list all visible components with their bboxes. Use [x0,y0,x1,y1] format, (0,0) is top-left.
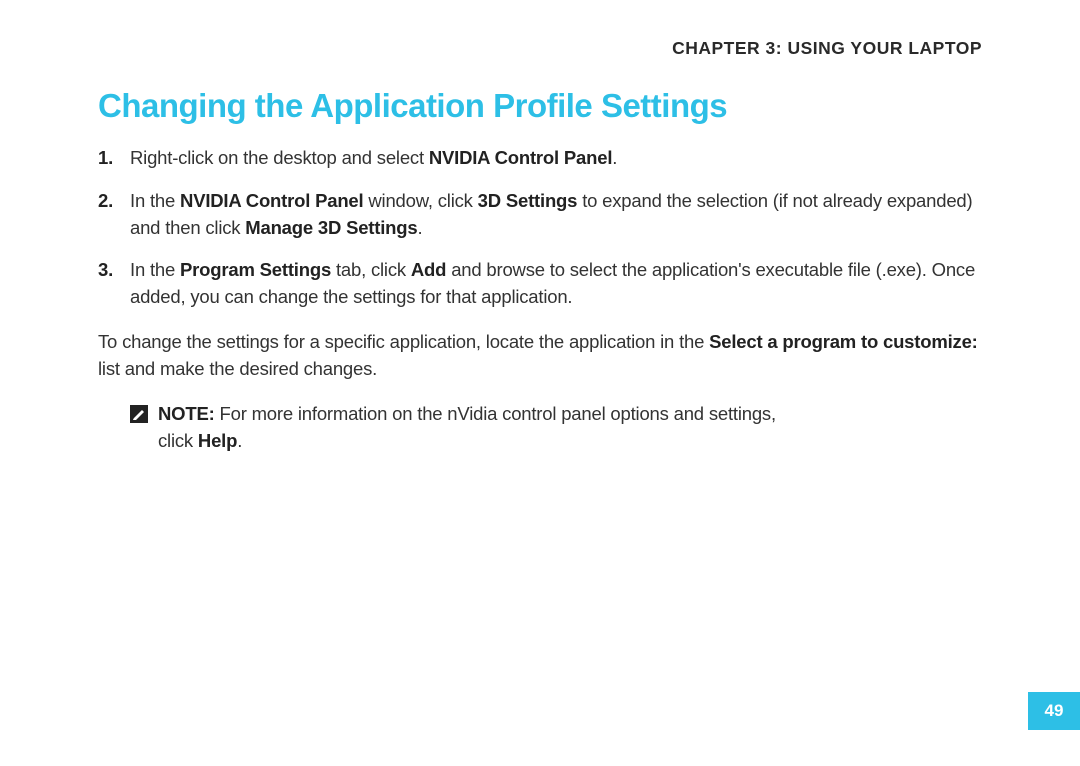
step-1-text-a: Right-click on the desktop and select [130,147,429,168]
body-text-a: To change the settings for a specific ap… [98,331,709,352]
step-2: In the NVIDIA Control Panel window, clic… [98,188,982,242]
step-2-bold-nvidia-control-panel: NVIDIA Control Panel [180,190,363,211]
chapter-header: CHAPTER 3: USING YOUR LAPTOP [98,38,982,59]
step-3-text-c: tab, click [331,259,411,280]
note-label: NOTE: [158,403,215,424]
step-3: In the Program Settings tab, click Add a… [98,257,982,311]
note-line1-rest: For more information on the nVidia contr… [215,403,776,424]
step-2-text-c: window, click [363,190,477,211]
note-line2-a: click [158,430,198,451]
note-text: NOTE: For more information on the nVidia… [158,401,776,455]
step-3-text-a: In the [130,259,180,280]
step-1-bold-nvidia-control-panel: NVIDIA Control Panel [429,147,612,168]
step-2-text-g: . [417,217,422,238]
step-2-bold-manage-3d-settings: Manage 3D Settings [245,217,417,238]
note-icon [130,405,148,423]
body-paragraph: To change the settings for a specific ap… [98,329,982,383]
page-number: 49 [1028,692,1080,730]
step-3-bold-add: Add [411,259,446,280]
note-bold-help: Help [198,430,237,451]
body-text-c: list and make the desired changes. [98,358,377,379]
body-bold-select-program: Select a program to customize: [709,331,977,352]
step-1-text-c: . [612,147,617,168]
step-2-bold-3d-settings: 3D Settings [478,190,578,211]
step-2-text-a: In the [130,190,180,211]
step-3-bold-program-settings: Program Settings [180,259,331,280]
section-heading: Changing the Application Profile Setting… [98,87,982,125]
note-line2-c: . [237,430,242,451]
note-block: NOTE: For more information on the nVidia… [98,401,982,455]
steps-list: Right-click on the desktop and select NV… [98,145,982,311]
document-page: CHAPTER 3: USING YOUR LAPTOP Changing th… [0,0,1080,512]
step-1: Right-click on the desktop and select NV… [98,145,982,172]
